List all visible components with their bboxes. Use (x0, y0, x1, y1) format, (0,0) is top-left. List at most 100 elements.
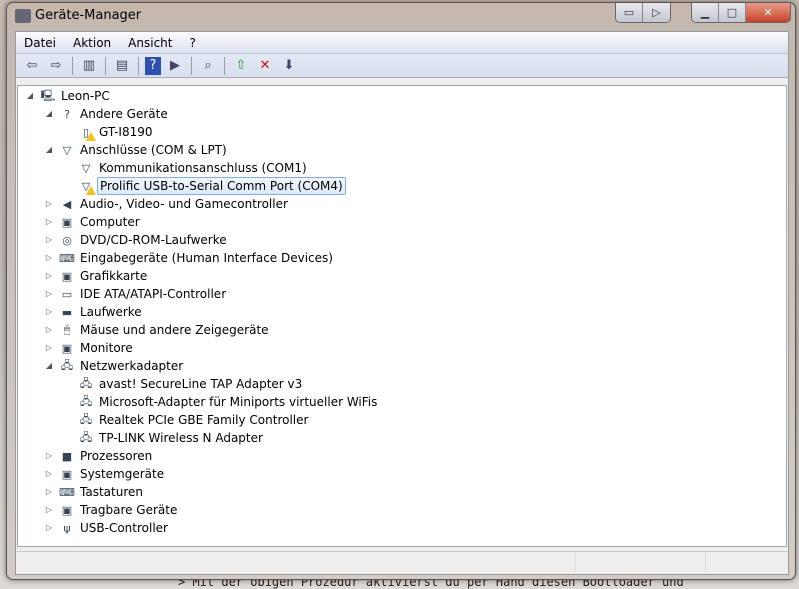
tree-item[interactable]: 🖳 Leon-PC (40, 87, 112, 105)
properties-button[interactable]: ▤ (112, 57, 132, 75)
menu-datei[interactable]: Datei (24, 36, 56, 50)
maximize-button[interactable]: □ (719, 3, 746, 22)
port-icon: ▽ (81, 161, 91, 175)
menu-ansicht[interactable]: Ansicht (128, 36, 172, 50)
tree-item-label: Grafikkarte (80, 269, 148, 283)
update-driver-button[interactable]: ⇧ (231, 57, 251, 75)
expand-arrow-icon[interactable]: ▷ (44, 451, 54, 460)
caption-extra-button-1[interactable]: ▭ (616, 3, 643, 22)
tree-item-label: Monitore (80, 341, 133, 355)
tree-item-label: Prolific USB-to-Serial Comm Port (COM4) (97, 177, 346, 195)
tree-item[interactable]: ▭ IDE ATA/ATAPI-Controller (59, 285, 228, 303)
expand-arrow-icon[interactable]: ▷ (44, 325, 54, 334)
tree-item[interactable]: ▬ Laufwerke (59, 303, 144, 321)
tree-item[interactable]: ⌨ Eingabegeräte (Human Interface Devices) (59, 249, 335, 267)
tree-item[interactable]: 🖱 Mäuse und andere Zeigegeräte (59, 321, 271, 339)
show-hide-console-tree-icon: ▥ (82, 58, 96, 73)
tree-item-label: avast! SecureLine TAP Adapter v3 (99, 377, 303, 391)
menu-help[interactable]: ? (189, 36, 195, 50)
forward-button[interactable]: ⇨ (46, 57, 66, 75)
expand-arrow-icon[interactable]: ▷ (44, 253, 54, 262)
keyboard-icon: ⌨ (59, 485, 75, 499)
collapse-arrow-icon[interactable]: ◢ (44, 361, 54, 370)
tree-item-label: Eingabegeräte (Human Interface Devices) (80, 251, 333, 265)
expand-arrow-icon[interactable]: ▷ (44, 487, 54, 496)
tree-item-label: Tastaturen (80, 485, 143, 499)
expand-arrow-icon[interactable]: ▷ (44, 289, 54, 298)
tree-item[interactable]: ▣ Systemgeräte (59, 465, 166, 483)
properties-icon: ▤ (115, 58, 129, 73)
portable-icon: ▣ (61, 503, 73, 517)
scan-hardware-changes-button[interactable]: ⌕ (198, 57, 218, 75)
expand-arrow-icon[interactable]: ▷ (44, 523, 54, 532)
tree-item[interactable]: ▽ Prolific USB-to-Serial Comm Port (COM4) (78, 177, 346, 195)
tree-item[interactable]: ▣ Grafikkarte (59, 267, 149, 285)
status-pane-1 (16, 552, 576, 573)
extra-caption-buttons: ▭ ▷ (615, 3, 671, 23)
window-controls: ▁ □ ✕ (691, 3, 791, 23)
tree-item[interactable]: ⌨ Tastaturen (59, 483, 145, 501)
tree-item-label: Microsoft-Adapter für Miniports virtuell… (99, 395, 378, 409)
expand-arrow-icon[interactable]: ▷ (44, 217, 54, 226)
close-button[interactable]: ✕ (746, 3, 790, 22)
tree-item[interactable]: ◀ Audio-, Video- und Gamecontroller (59, 195, 290, 213)
tree-item-label: Anschlüsse (COM & LPT) (80, 143, 227, 157)
tree-item-label: Laufwerke (80, 305, 142, 319)
back-button[interactable]: ⇦ (22, 57, 42, 75)
display-adapter-icon: ▣ (61, 269, 73, 283)
network-icon: 🖧 (79, 394, 93, 408)
collapse-arrow-icon[interactable]: ◢ (44, 109, 54, 118)
tree-item[interactable]: ■ Prozessoren (59, 447, 154, 465)
toolbar-separator (105, 56, 106, 75)
uninstall-button[interactable]: ✕ (255, 57, 275, 75)
tree-item[interactable]: ? Andere Geräte (59, 105, 170, 123)
expand-arrow-icon[interactable]: ▷ (44, 469, 54, 478)
tree-item[interactable]: 🖧 Netzwerkadapter (59, 357, 185, 375)
status-bar (16, 551, 788, 573)
tree-item[interactable]: ◎ DVD/CD-ROM-Laufwerke (59, 231, 229, 249)
tree-item-label: Andere Geräte (80, 107, 168, 121)
minimize-button[interactable]: ▁ (692, 3, 719, 22)
tree-item[interactable]: ▣ Monitore (59, 339, 135, 357)
window-title: Geräte-Manager (35, 8, 142, 23)
uninstall-icon: ✕ (259, 58, 271, 73)
unknown-device-icon: ? (64, 107, 70, 121)
tree-item-label: Leon-PC (61, 89, 110, 103)
network-icon: 🖧 (79, 412, 93, 426)
show-hide-console-tree-button[interactable]: ▥ (79, 57, 99, 75)
expand-arrow-icon[interactable]: ▷ (44, 505, 54, 514)
tree-item[interactable]: 🖧 TP-LINK Wireless N Adapter (78, 429, 265, 447)
expand-arrow-icon[interactable]: ▷ (44, 343, 54, 352)
disable-button[interactable]: ⬇ (279, 57, 299, 75)
collapse-arrow-icon[interactable]: ◢ (25, 91, 35, 100)
show-hide-action-pane-button[interactable]: ▶ (165, 57, 185, 75)
tree-item-label: GT-I8190 (99, 125, 153, 139)
mouse-icon: 🖱 (63, 323, 71, 336)
menu-aktion[interactable]: Aktion (73, 36, 111, 50)
warning-icon (86, 132, 96, 141)
expand-arrow-icon[interactable]: ▷ (44, 199, 54, 208)
tree-item[interactable]: ▽ Anschlüsse (COM & LPT) (59, 141, 229, 159)
tree-item[interactable]: ψ USB-Controller (59, 519, 170, 537)
expand-arrow-icon[interactable]: ▷ (44, 235, 54, 244)
caption-extra-button-2[interactable]: ▷ (643, 3, 670, 22)
ide-icon: ▭ (61, 287, 73, 301)
tree-item[interactable]: 🖧 avast! SecureLine TAP Adapter v3 (78, 375, 304, 393)
tree-item[interactable]: ▣ Computer (59, 213, 142, 231)
expand-arrow-icon[interactable]: ▷ (44, 307, 54, 316)
tree-item[interactable]: 🖧 Microsoft-Adapter für Miniports virtuel… (78, 393, 379, 411)
collapse-arrow-icon[interactable]: ◢ (44, 145, 54, 154)
tree-item[interactable]: 🖧 Realtek PCIe GBE Family Controller (78, 411, 310, 429)
tree-item[interactable]: ▽ Kommunikationsanschluss (COM1) (78, 159, 309, 177)
monitor-icon: ▣ (61, 215, 73, 229)
device-tree[interactable]: ◢ 🖳 Leon-PC ◢? Andere Geräte ▯ GT-I8190 ◢ ▽ Ansch… (17, 85, 787, 547)
tree-item-label: Tragbare Geräte (80, 503, 178, 517)
tree-item[interactable]: ▯ GT-I8190 (78, 123, 155, 141)
help-button[interactable]: ? (145, 56, 161, 75)
back-icon: ⇦ (26, 58, 38, 73)
hid-icon: ⌨ (59, 251, 75, 265)
tree-item[interactable]: ▣ Tragbare Geräte (59, 501, 179, 519)
toolbar-separator (138, 56, 139, 75)
tree-item-label: Computer (80, 215, 140, 229)
expand-arrow-icon[interactable]: ▷ (44, 271, 54, 280)
